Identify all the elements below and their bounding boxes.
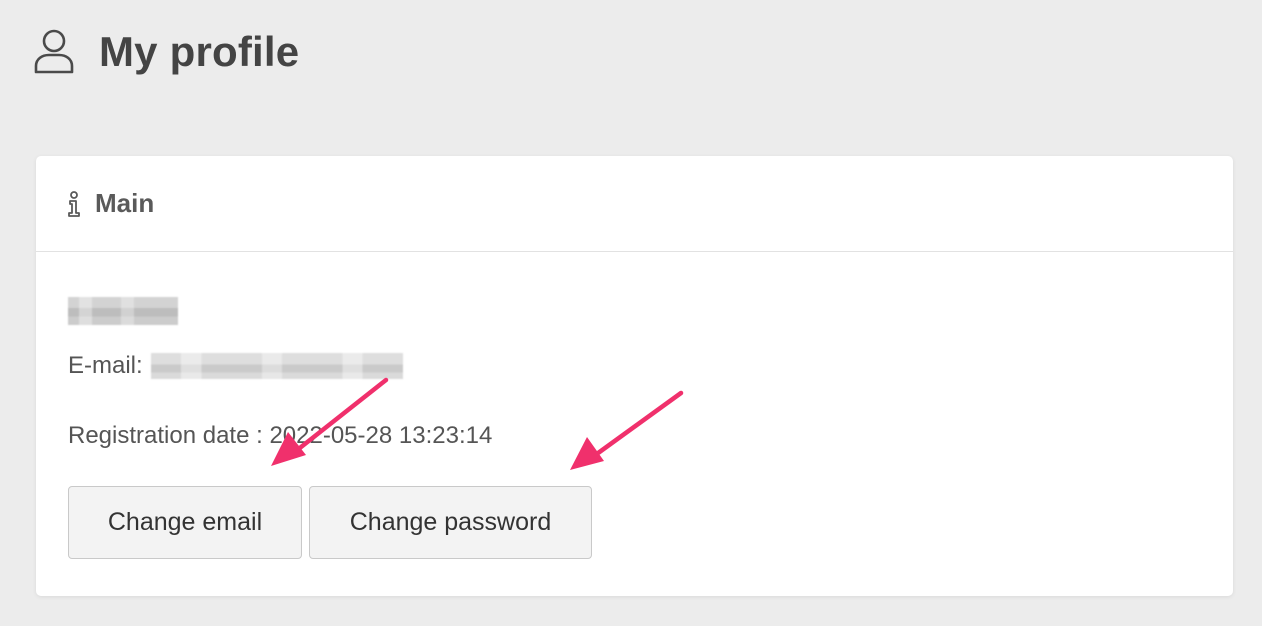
change-email-button[interactable]: Change email bbox=[68, 486, 302, 559]
email-label: E-mail: bbox=[68, 352, 143, 379]
user-icon bbox=[34, 29, 74, 74]
info-icon bbox=[68, 190, 80, 217]
page-header: My profile bbox=[33, 24, 299, 80]
registration-date: Registration date : 2022-05-28 13:23:14 bbox=[68, 422, 493, 449]
change-password-button[interactable]: Change password bbox=[309, 486, 592, 559]
main-card: Main E-mail: Registration date : 2022-05… bbox=[36, 156, 1233, 596]
card-title: Main bbox=[95, 188, 155, 218]
email-value-redacted bbox=[150, 353, 403, 379]
page-title: My profile bbox=[99, 28, 300, 75]
card-body: E-mail: Registration date : 2022-05-28 1… bbox=[36, 252, 1233, 595]
username-redacted bbox=[68, 297, 178, 325]
email-row: E-mail: bbox=[68, 352, 403, 380]
card-header: Main bbox=[36, 156, 1233, 252]
